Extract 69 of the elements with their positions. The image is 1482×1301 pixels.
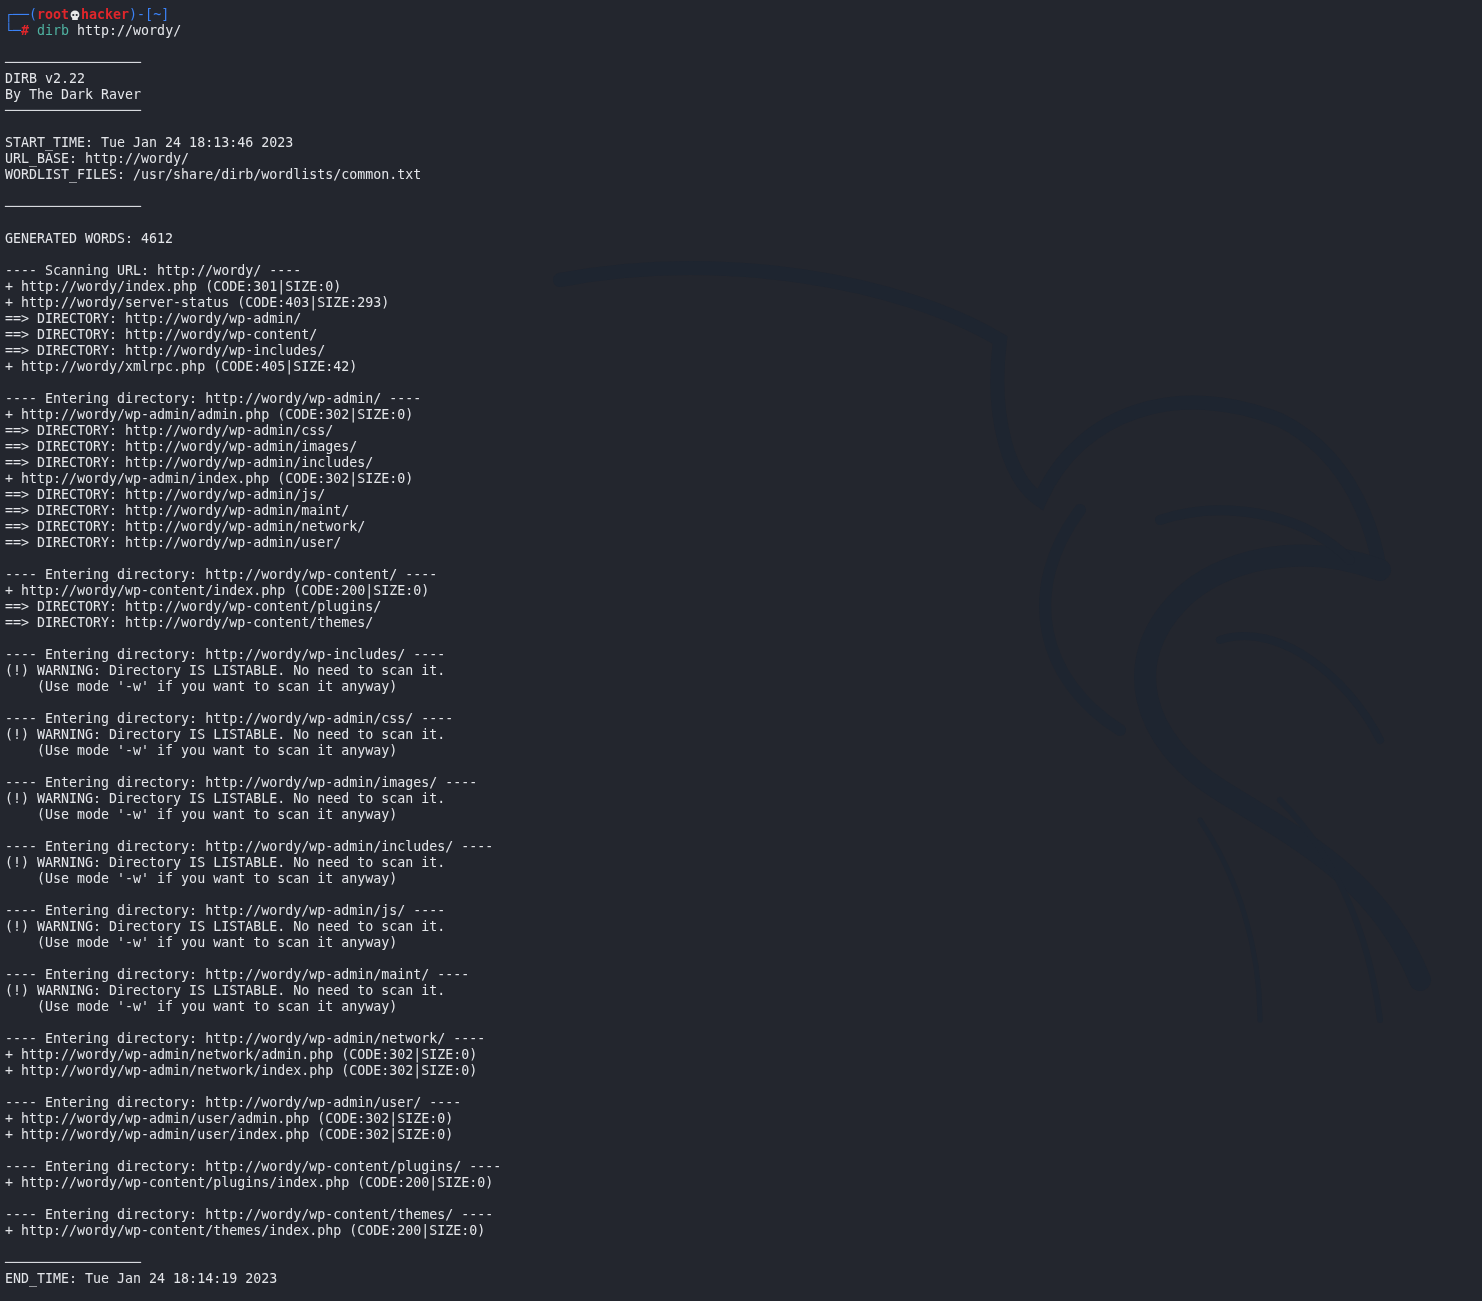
- output-line: + http://wordy/wp-content/index.php (CODE:200|SIZE:0): [5, 583, 430, 599]
- output-line: (Use mode '-w' if you want to scan it anyway): [36, 871, 398, 887]
- prompt-frame: ┌──(: [5, 7, 38, 23]
- output-line: ---- Scanning URL: http://wordy/ ----: [5, 263, 302, 279]
- output-line: (!) WARNING: Directory IS LISTABLE. No need to scan it.: [5, 727, 446, 743]
- output-line: ---- Entering directory: http://wordy/wp-includes/ ----: [5, 647, 446, 663]
- output-line: ---- Entering directory: http://wordy/wp-admin/network/ ----: [5, 1031, 486, 1047]
- output-line: ==> DIRECTORY: http://wordy/wp-admin/: [5, 311, 302, 327]
- output-line: ==> DIRECTORY: http://wordy/wp-content/plugins/: [5, 599, 382, 615]
- output-line: END_TIME: Tue Jan 24 18:14:19 2023: [5, 1271, 278, 1287]
- output-line: + http://wordy/xmlrpc.php (CODE:405|SIZE:42): [5, 359, 358, 375]
- output-line: ==> DIRECTORY: http://wordy/wp-admin/includes/: [5, 455, 374, 471]
- command-argument: http://wordy/: [76, 23, 182, 39]
- output-line: (Use mode '-w' if you want to scan it anyway): [36, 679, 398, 695]
- output-line: (Use mode '-w' if you want to scan it anyway): [36, 935, 398, 951]
- output-line: ==> DIRECTORY: http://wordy/wp-admin/css/: [5, 423, 334, 439]
- output-line: ---- Entering directory: http://wordy/wp-content/themes/ ----: [5, 1207, 494, 1223]
- prompt-username: root: [37, 7, 70, 23]
- output-line: (!) WARNING: Directory IS LISTABLE. No need to scan it.: [5, 855, 446, 871]
- output-line: ==> DIRECTORY: http://wordy/wp-admin/images/: [5, 439, 358, 455]
- output-line: ---- Entering directory: http://wordy/wp-admin/includes/ ----: [5, 839, 494, 855]
- output-line: ---- Entering directory: http://wordy/wp-admin/ ----: [5, 391, 422, 407]
- output-line: ---- Entering directory: http://wordy/wp-admin/maint/ ----: [5, 967, 470, 983]
- output-line: ==> DIRECTORY: http://wordy/wp-admin/maint/: [5, 503, 350, 519]
- output-line: + http://wordy/wp-admin/network/admin.php (CODE:302|SIZE:0): [5, 1047, 478, 1063]
- output-line: ---- Entering directory: http://wordy/wp-admin/images/ ----: [5, 775, 478, 791]
- output-line: + http://wordy/wp-admin/admin.php (CODE:302|SIZE:0): [5, 407, 414, 423]
- output-line: + http://wordy/wp-admin/network/index.php (CODE:302|SIZE:0): [5, 1063, 478, 1079]
- separator-rule: ─────────────────: [5, 55, 142, 71]
- output-line: + http://wordy/wp-content/plugins/index.php (CODE:200|SIZE:0): [5, 1175, 494, 1191]
- output-line: URL_BASE: http://wordy/: [5, 151, 190, 167]
- output-line: + http://wordy/server-status (CODE:403|SIZE:293): [5, 295, 390, 311]
- output-line: ==> DIRECTORY: http://wordy/wp-admin/js/: [5, 487, 326, 503]
- output-line: (!) WARNING: Directory IS LISTABLE. No need to scan it.: [5, 983, 446, 999]
- output-line: (!) WARNING: Directory IS LISTABLE. No need to scan it.: [5, 919, 446, 935]
- skull-icon: [70, 9, 81, 21]
- output-line: + http://wordy/wp-content/themes/index.php (CODE:200|SIZE:0): [5, 1223, 486, 1239]
- output-line: (!) WARNING: Directory IS LISTABLE. No need to scan it.: [5, 791, 446, 807]
- output-line: ---- Entering directory: http://wordy/wp-content/plugins/ ----: [5, 1159, 502, 1175]
- output-line: ==> DIRECTORY: http://wordy/wp-includes/: [5, 343, 326, 359]
- separator-rule: ─────────────────: [5, 103, 142, 119]
- output-line: ==> DIRECTORY: http://wordy/wp-content/themes/: [5, 615, 374, 631]
- separator-rule: ─────────────────: [5, 199, 142, 215]
- output-line: (Use mode '-w' if you want to scan it anyway): [36, 743, 398, 759]
- output-line: (!) WARNING: Directory IS LISTABLE. No need to scan it.: [5, 663, 446, 679]
- output-line: WORDLIST_FILES: /usr/share/dirb/wordlists/common.txt: [5, 167, 422, 183]
- output-line: (Use mode '-w' if you want to scan it anyway): [36, 999, 398, 1015]
- prompt-symbol: #: [21, 23, 30, 39]
- output-line: + http://wordy/wp-admin/index.php (CODE:302|SIZE:0): [5, 471, 414, 487]
- output-line: DIRB v2.22: [5, 71, 86, 87]
- output-line: GENERATED WORDS: 4612: [5, 231, 174, 247]
- separator-rule: ─────────────────: [5, 1255, 142, 1271]
- output-line: ---- Entering directory: http://wordy/wp-admin/user/ ----: [5, 1095, 462, 1111]
- output-line: ---- Entering directory: http://wordy/wp-content/ ----: [5, 567, 438, 583]
- command-name: dirb: [36, 23, 70, 39]
- prompt-frame: └─: [5, 23, 21, 39]
- output-line: + http://wordy/index.php (CODE:301|SIZE:0): [5, 279, 342, 295]
- prompt-hostname: hacker: [81, 7, 130, 23]
- output-line: ==> DIRECTORY: http://wordy/wp-admin/network/: [5, 519, 366, 535]
- output-line: ---- Entering directory: http://wordy/wp-admin/css/ ----: [5, 711, 454, 727]
- output-line: ==> DIRECTORY: http://wordy/wp-admin/user/: [5, 535, 342, 551]
- prompt-directory: )-[~]: [129, 7, 170, 23]
- output-line: + http://wordy/wp-admin/user/index.php (CODE:302|SIZE:0): [5, 1127, 454, 1143]
- output-line: START_TIME: Tue Jan 24 18:13:46 2023: [5, 135, 294, 151]
- output-line: + http://wordy/wp-admin/user/admin.php (CODE:302|SIZE:0): [5, 1111, 454, 1127]
- output-line: (Use mode '-w' if you want to scan it anyway): [36, 807, 398, 823]
- output-line: By The Dark Raver: [5, 87, 142, 103]
- output-line: ==> DIRECTORY: http://wordy/wp-content/: [5, 327, 318, 343]
- output-line: ---- Entering directory: http://wordy/wp-admin/js/ ----: [5, 903, 446, 919]
